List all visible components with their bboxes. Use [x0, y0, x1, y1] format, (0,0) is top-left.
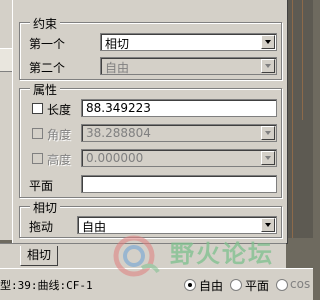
plane-input[interactable]	[81, 175, 277, 193]
first-constraint-label: 第一个	[29, 37, 66, 51]
chevron-down-icon[interactable]	[261, 59, 275, 73]
first-constraint-select[interactable]: 相切	[100, 33, 277, 51]
height-value: 0.000000	[86, 151, 144, 165]
second-constraint-select[interactable]: 自由	[100, 57, 277, 75]
properties-group-title: 属性	[30, 81, 61, 98]
angle-label: 角度	[47, 128, 72, 142]
chevron-down-icon[interactable]	[261, 126, 275, 140]
plane-label: 平面	[29, 179, 54, 193]
drag-label: 拖动	[29, 220, 54, 234]
radio-free[interactable]	[184, 279, 196, 291]
second-constraint-label: 第二个	[29, 61, 66, 75]
radio-third-label: cos	[290, 277, 311, 291]
height-select[interactable]: 0.000000	[81, 149, 277, 167]
length-value: 88.349223	[86, 101, 151, 115]
sketch-constraint-panel: 约束 第一个 相切 第二个 自由 属性 长度 88.349223 角度 38.2…	[12, 0, 288, 244]
angle-select[interactable]: 38.288804	[81, 124, 277, 142]
second-constraint-value: 自由	[105, 61, 130, 75]
tab-tangent[interactable]: 相切	[20, 246, 59, 266]
viewport-background	[286, 0, 313, 238]
length-input[interactable]: 88.349223	[81, 99, 277, 117]
chevron-down-icon[interactable]	[261, 218, 275, 232]
drag-select[interactable]: 自由	[77, 216, 277, 234]
radio-plane-label: 平面	[245, 279, 270, 293]
drag-value: 自由	[82, 220, 107, 234]
chevron-down-icon[interactable]	[261, 35, 275, 49]
constraint-group-title: 约束	[30, 15, 61, 32]
radio-plane[interactable]	[230, 279, 242, 291]
side-panel-notch	[0, 48, 12, 72]
length-checkbox[interactable]	[32, 103, 43, 114]
chevron-down-icon[interactable]	[261, 151, 275, 165]
tangent-group-title: 相切	[30, 199, 61, 216]
tab-previous-edge[interactable]	[0, 246, 6, 265]
first-constraint-value: 相切	[105, 37, 130, 51]
length-label: 长度	[47, 103, 72, 117]
angle-checkbox[interactable]	[32, 128, 43, 139]
angle-value: 38.288804	[86, 126, 151, 140]
status-text: 型:39:曲线:CF-1	[0, 279, 93, 292]
bottom-tab-strip: 相切	[0, 243, 286, 268]
height-checkbox[interactable]	[32, 153, 43, 164]
status-bar: 型:39:曲线:CF-1 自由 平面 cos	[0, 268, 313, 300]
radio-free-label: 自由	[199, 279, 224, 293]
height-label: 高度	[47, 153, 72, 167]
radio-third[interactable]	[276, 279, 288, 291]
